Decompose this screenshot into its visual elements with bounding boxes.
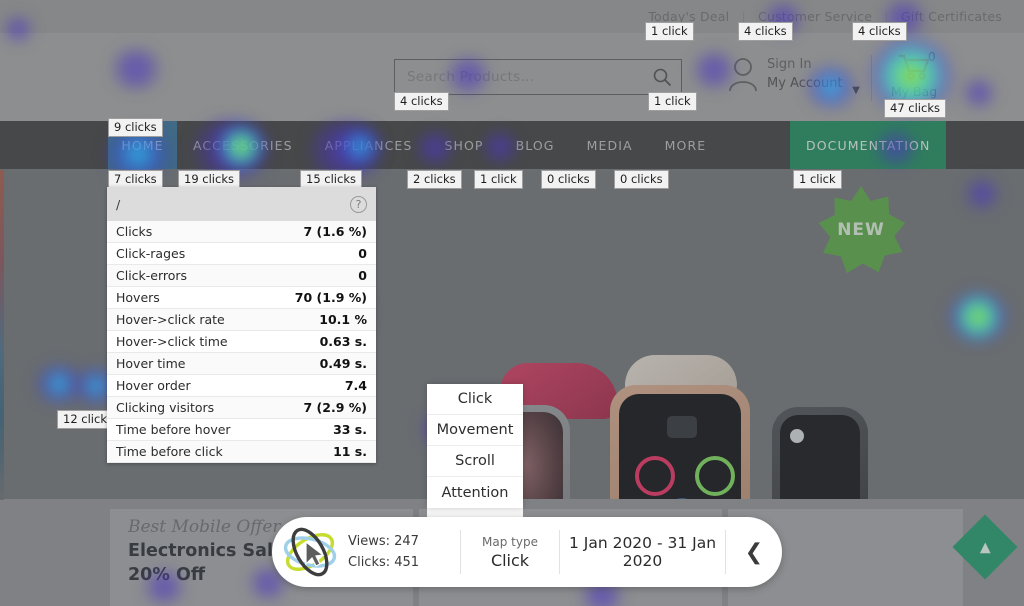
nav-item-documentation[interactable]: DOCUMENTATION — [790, 121, 947, 169]
element-stats-panel: / ? Clicks 7 (1.6 %) Click-rages 0 Click-err… — [107, 187, 376, 463]
stats-row: Hover->click time 0.63 s. — [107, 331, 376, 353]
map-type-option-click[interactable]: Click — [427, 384, 523, 415]
map-type-dropdown[interactable]: Click Movement Scroll Attention — [427, 384, 523, 508]
date-range-selector[interactable]: 1 Jan 2020 - 31 Jan 2020 — [560, 534, 725, 570]
clicks-counter: Clicks: 451 — [348, 555, 420, 570]
search-box[interactable]: Search Products... — [394, 59, 682, 95]
stats-row-key: Clicks — [116, 224, 153, 239]
stats-row-value: 7.4 — [344, 378, 367, 393]
stats-row-key: Hover order — [116, 378, 191, 393]
link-separator-2: | — [884, 9, 889, 24]
link-customer-service[interactable]: Customer Service — [754, 9, 876, 24]
stats-row: Clicks 7 (1.6 %) — [107, 221, 376, 243]
stats-panel-url: / — [116, 196, 121, 212]
sign-in-link[interactable]: Sign In — [767, 56, 843, 75]
bag-count-badge: 0 — [928, 50, 936, 64]
nav-item-more[interactable]: MORE — [649, 121, 723, 169]
toolbar-counters: Views: 247 Clicks: 451 — [348, 531, 460, 574]
map-type-caption: Map type — [482, 534, 538, 549]
stats-row-key: Click-rages — [116, 246, 186, 261]
map-type-value: Click — [490, 550, 530, 570]
my-bag-label: My Bag — [890, 84, 938, 99]
account-block[interactable]: Sign In My Account — [728, 56, 843, 94]
nav-item-shop[interactable]: SHOP — [428, 121, 499, 169]
map-type-option-scroll[interactable]: Scroll — [427, 446, 523, 477]
stats-row-value: 11 s. — [333, 444, 367, 459]
stats-row: Hover order 7.4 — [107, 375, 376, 397]
link-gift-certificates[interactable]: Gift Certificates — [897, 9, 1006, 24]
header-divider — [871, 55, 872, 101]
link-todays-deal[interactable]: Today's Deal — [644, 9, 733, 24]
user-icon — [728, 57, 758, 93]
stats-row-value: 0.63 s. — [319, 334, 367, 349]
stats-row: Hover time 0.49 s. — [107, 353, 376, 375]
nav-item-blog[interactable]: BLOG — [500, 121, 571, 169]
stats-row: Click-rages 0 — [107, 243, 376, 265]
stats-row-value: 33 s. — [333, 422, 367, 437]
stats-row-key: Clicking visitors — [116, 400, 215, 415]
map-type-option-movement[interactable]: Movement — [427, 415, 523, 446]
my-account-link[interactable]: My Account — [767, 75, 843, 94]
stats-row: Time before click 11 s. — [107, 441, 376, 463]
stats-row: Hovers 70 (1.9 %) — [107, 287, 376, 309]
stats-row-key: Hovers — [116, 290, 160, 305]
main-navigation: HOME ACCESSORIES APPLIANCES SHOP BLOG ME… — [0, 121, 1024, 169]
stats-row-key: Click-errors — [116, 268, 188, 283]
stats-row-value: 0 — [358, 246, 367, 261]
stats-row: Click-errors 0 — [107, 265, 376, 287]
search-input[interactable]: Search Products... — [395, 69, 643, 85]
stats-row-key: Time before click — [116, 444, 223, 459]
stats-row-value: 10.1 % — [319, 312, 367, 327]
stats-row-value: 70 (1.9 %) — [294, 290, 367, 305]
stats-row-key: Hover->click rate — [116, 312, 225, 327]
stats-row-value: 7 (2.9 %) — [303, 400, 368, 415]
stats-row: Hover->click rate 10.1 % — [107, 309, 376, 331]
stats-row-value: 0.49 s. — [319, 356, 367, 371]
nav-item-media[interactable]: MEDIA — [571, 121, 649, 169]
page-left-edge-strip — [0, 170, 4, 500]
stats-row-key: Hover time — [116, 356, 186, 371]
nav-item-appliances[interactable]: APPLIANCES — [309, 121, 429, 169]
map-type-selector[interactable]: Map type Click — [461, 535, 559, 570]
stats-row-value: 0 — [358, 268, 367, 283]
stats-panel-header: / ? — [107, 187, 376, 221]
new-badge-label: NEW — [837, 220, 885, 240]
search-icon[interactable] — [643, 67, 681, 87]
map-type-option-attention[interactable]: Attention — [427, 477, 523, 508]
stats-row-key: Hover->click time — [116, 334, 228, 349]
cursor-atom-icon[interactable] — [272, 526, 348, 578]
stats-row: Time before hover 33 s. — [107, 419, 376, 441]
utility-links: Today's Deal | Customer Service | Gift C… — [644, 9, 1006, 24]
chevron-down-icon[interactable]: ▼ — [845, 79, 867, 101]
nav-item-home[interactable]: HOME — [108, 121, 177, 169]
stats-row-key: Time before hover — [116, 422, 231, 437]
stats-row: Clicking visitors 7 (2.9 %) — [107, 397, 376, 419]
stats-row-value: 7 (1.6 %) — [303, 224, 368, 239]
nav-item-accessories[interactable]: ACCESSORIES — [177, 121, 309, 169]
previous-period-button[interactable]: ❮ — [726, 540, 782, 565]
views-counter: Views: 247 — [348, 533, 419, 549]
question-mark-icon[interactable]: ? — [350, 195, 367, 213]
chevron-up-icon: ▲ — [979, 539, 991, 555]
my-bag-button[interactable]: 0 My Bag — [884, 50, 944, 99]
heatmap-toolbar: Views: 247 Clicks: 451 Map type Click 1 … — [272, 517, 782, 587]
link-separator-1: | — [741, 9, 746, 24]
